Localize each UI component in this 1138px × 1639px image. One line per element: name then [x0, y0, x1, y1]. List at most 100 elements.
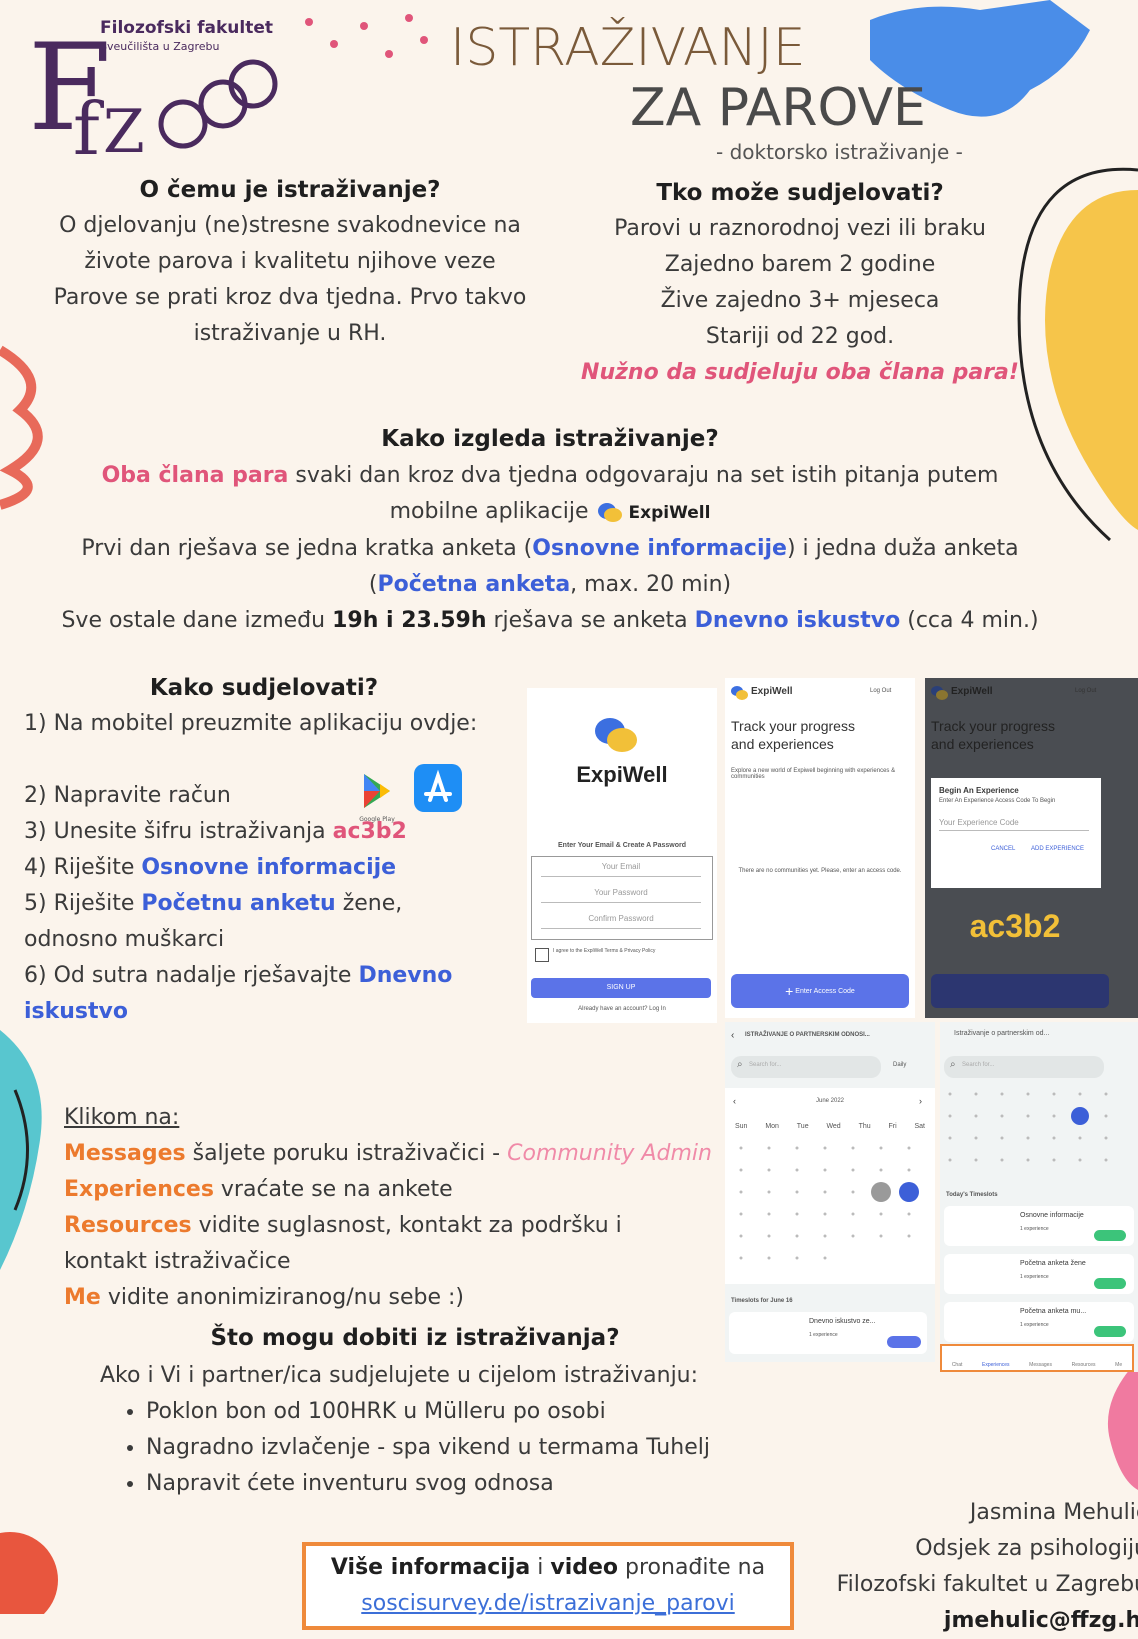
title-line-1: ISTRAŽIVANJE: [450, 18, 806, 78]
email-field[interactable]: Your Email: [541, 862, 701, 877]
study-header: Istraživanje o partnerskim od...: [954, 1030, 1050, 1037]
tab-name-resources: Resources: [64, 1213, 192, 1238]
experience-code-field[interactable]: Your Experience Code: [939, 818, 1089, 831]
step-4: 4) Riješite: [24, 855, 142, 880]
expiwell-name: ExpiWell: [628, 503, 711, 523]
how-blue-text: Osnovne informacije: [532, 536, 787, 561]
nav-resources[interactable]: Resources: [1072, 1362, 1096, 1368]
add-experience-button[interactable]: ADD EXPERIENCE: [1031, 846, 1084, 852]
more-text: i: [530, 1555, 551, 1580]
decor-dot: [405, 14, 413, 22]
task-card[interactable]: Osnovne informacije 1 experience: [944, 1206, 1134, 1246]
app-brand: ExpiWell: [751, 686, 793, 697]
gain-intro: Ako i Vi i partner/ica sudjelujete u cij…: [100, 1363, 699, 1388]
phone-calendar-screen: ‹ ISTRAŽIVANJE O PARTNERSKIM ODNOSI... S…: [725, 1022, 935, 1362]
bottom-nav: Chat Experiences Messages Resources Me: [940, 1344, 1134, 1372]
contact-faculty: Filozofski fakultet u Zagrebu: [836, 1572, 1138, 1597]
gain-list: Poklon bon od 100HRK u Mülleru po osobi …: [100, 1394, 730, 1502]
login-link[interactable]: Already have an account? Log In: [527, 1006, 717, 1012]
task-title: Dnevno iskustvo ze...: [809, 1318, 876, 1325]
search-input[interactable]: ⌕ Search for...: [944, 1056, 1104, 1078]
task-card[interactable]: Početna anketa mu... 1 experience: [944, 1302, 1134, 1342]
decor-dot: [420, 36, 428, 44]
gain-item: Napravit ćete inventuru svog odnosa: [146, 1466, 730, 1502]
about-line: O djelovanju (ne)stresne svakodnevice na: [59, 213, 521, 238]
signup-button[interactable]: SIGN UP: [531, 978, 711, 998]
nav-me[interactable]: Me: [1115, 1362, 1122, 1368]
app-store-button[interactable]: [414, 764, 462, 812]
google-play-button[interactable]: Google Play: [350, 770, 404, 823]
how-text: (cca 4 min.): [900, 608, 1039, 633]
task-status-badge: [887, 1336, 921, 1348]
nav-messages[interactable]: Messages: [1029, 1362, 1052, 1368]
expiwell-logo-icon: [931, 686, 948, 700]
timeslots-heading: Timeslots for June 16: [731, 1298, 793, 1304]
step-1: 1) Na mobitel preuzmite aplikaciju ovdje…: [24, 711, 478, 736]
title-line-2: ZA PAROVE: [630, 78, 926, 138]
step-blue-text: Osnovne informacije: [141, 855, 397, 880]
phone-signup-screen: ExpiWell Enter Your Email & Create A Pas…: [527, 688, 717, 1023]
more-text: pronađite na: [618, 1555, 766, 1580]
weekday: Fri: [888, 1122, 897, 1130]
about-line: živote parova i kvalitetu njihove veze: [84, 249, 496, 274]
nav-chat[interactable]: Chat: [952, 1362, 963, 1368]
weekday: Tue: [796, 1122, 809, 1130]
step-5-cont: odnosno muškarci: [24, 927, 225, 952]
click-text: kontakt istraživačice: [64, 1249, 291, 1274]
task-card[interactable]: Dnevno iskustvo ze... 1 experience: [729, 1312, 927, 1354]
app-brand: ExpiWell: [576, 762, 668, 787]
weekday: Sun: [735, 1122, 748, 1130]
google-play-label: Google Play: [359, 816, 395, 823]
title-subtitle: - doktorsko istraživanje -: [716, 140, 963, 164]
about-line: Parove se prati kroz dva tjedna. Prvo ta…: [53, 285, 527, 310]
how-pink-text: Oba člana para: [101, 463, 289, 488]
how-text: ) i jedna duža anketa: [786, 536, 1019, 561]
back-icon[interactable]: ‹: [731, 1030, 734, 1041]
weekday: Wed: [826, 1122, 841, 1130]
tab-name-messages: Messages: [64, 1141, 186, 1166]
tab-name-experiences: Experiences: [64, 1177, 214, 1202]
nav-experiences[interactable]: Experiences: [982, 1362, 1010, 1368]
contact-email[interactable]: jmehulic@ffzg.hr: [770, 1603, 1138, 1639]
weekday: Thu: [858, 1122, 871, 1130]
gain-item: Nagradno izvlačenje - spa vikend u terma…: [146, 1430, 730, 1466]
how-text: rješava se anketa: [486, 608, 695, 633]
prev-month-icon[interactable]: ‹: [733, 1096, 736, 1106]
how-blue-text: Početna anketa: [377, 572, 571, 597]
weekday-row: Sun Mon Tue Wed Thu Fri Sat: [725, 1116, 935, 1136]
today-timeslots-heading: Today's Timeslots: [946, 1192, 998, 1198]
weekday: Sat: [914, 1122, 925, 1130]
more-info-box: Više informacija i video pronađite na so…: [302, 1542, 794, 1630]
expiwell-logo-icon: [596, 501, 622, 523]
click-text: vraćate se na ankete: [213, 1177, 453, 1202]
password-field[interactable]: Your Password: [541, 888, 701, 903]
task-status-badge: [1094, 1230, 1126, 1241]
view-select[interactable]: Daily: [893, 1062, 906, 1068]
google-play-icon: [364, 774, 390, 808]
svg-text:Z: Z: [103, 97, 145, 164]
step-5-rest: žene,: [335, 891, 403, 916]
next-month-icon[interactable]: ›: [919, 1096, 922, 1106]
search-input[interactable]: Search for... ⌕: [731, 1056, 881, 1078]
task-meta: 1 experience: [1020, 1322, 1049, 1328]
click-text: vidite anonimiziranog/nu sebe :): [100, 1285, 464, 1310]
teal-blob-decoration: [0, 1030, 42, 1270]
logout-link[interactable]: Log Out: [870, 688, 891, 694]
experience-dialog: Begin An Experience Enter An Experience …: [931, 778, 1101, 888]
logout-link[interactable]: Log Out: [1075, 688, 1096, 694]
survey-link[interactable]: soscisurvey.de/istrazivanje_parovi: [306, 1586, 790, 1622]
more-bold: Više informacija: [330, 1555, 531, 1580]
agree-checkbox[interactable]: [535, 948, 549, 962]
dialog-title: Begin An Experience: [939, 786, 1019, 795]
step-blue-text: Dnevno: [358, 963, 453, 988]
pink-blob-decoration: [1107, 1360, 1138, 1490]
app-brand: ExpiWell: [951, 686, 993, 697]
confirm-password-field[interactable]: Confirm Password: [541, 914, 701, 929]
about-section: O čemu je istraživanje? O djelovanju (ne…: [20, 172, 560, 352]
cancel-button[interactable]: CANCEL: [991, 846, 1015, 852]
enter-access-code-button[interactable]: + Enter Access Code: [731, 974, 909, 1008]
empty-text: There are no communities yet. Please, en…: [738, 868, 902, 874]
task-card[interactable]: Početna anketa žene 1 experience: [944, 1254, 1134, 1294]
phone-communities-screen: ExpiWell Log Out Track your progress and…: [725, 678, 915, 1018]
track-line: and experiences: [731, 736, 834, 752]
